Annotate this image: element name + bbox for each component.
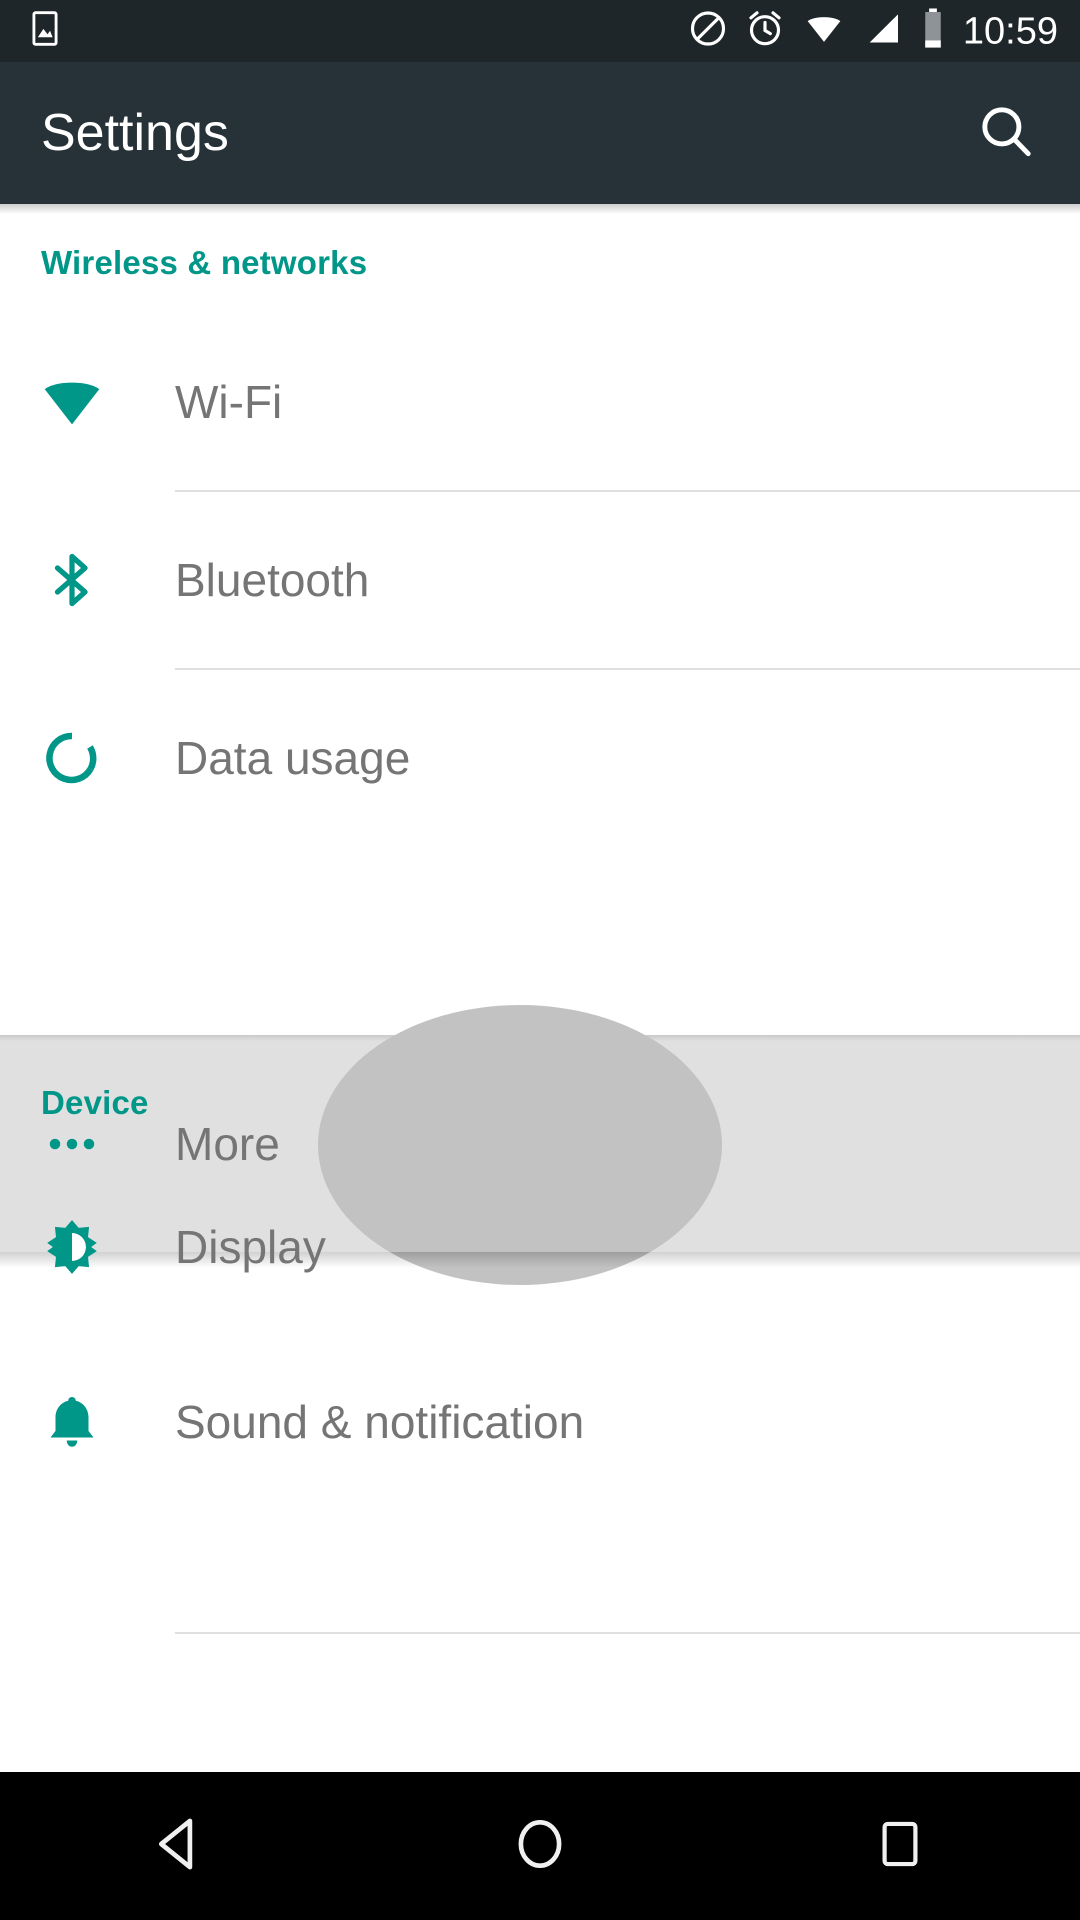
bell-icon bbox=[40, 1390, 104, 1454]
alarm-icon bbox=[745, 9, 785, 54]
app-bar: Settings bbox=[0, 62, 1080, 204]
settings-row-label: Display bbox=[175, 1221, 326, 1273]
settings-row-display[interactable]: Display bbox=[0, 1159, 1080, 1335]
nav-recents-button[interactable] bbox=[825, 1772, 975, 1920]
search-button[interactable] bbox=[970, 97, 1042, 169]
divider bbox=[175, 1632, 1080, 1634]
wifi-icon bbox=[40, 370, 104, 434]
status-bar: 10:59 bbox=[0, 0, 1080, 62]
settings-row-bluetooth[interactable]: Bluetooth bbox=[0, 492, 1080, 668]
do-not-disturb-icon bbox=[688, 9, 728, 54]
brightness-icon bbox=[40, 1215, 104, 1279]
data-usage-icon bbox=[40, 726, 104, 790]
navigation-bar bbox=[0, 1772, 1080, 1920]
wifi-status-icon bbox=[802, 9, 846, 54]
home-circle-icon bbox=[509, 1813, 571, 1880]
status-bar-left-icons bbox=[26, 10, 64, 53]
settings-row-data-usage[interactable]: Data usage bbox=[0, 670, 1080, 846]
bluetooth-icon bbox=[40, 548, 104, 612]
back-triangle-icon bbox=[147, 1811, 213, 1882]
settings-row-label: Sound & notification bbox=[175, 1396, 585, 1448]
nav-home-button[interactable] bbox=[465, 1772, 615, 1920]
recents-square-icon bbox=[872, 1816, 928, 1877]
section-header-wireless: Wireless & networks bbox=[41, 244, 368, 281]
settings-row-wifi[interactable]: Wi-Fi bbox=[0, 314, 1080, 490]
settings-row-label: Data usage bbox=[175, 732, 411, 784]
settings-row-label: Wi-Fi bbox=[175, 376, 283, 428]
battery-icon bbox=[920, 8, 946, 55]
settings-list[interactable]: Wireless & networks Wi-Fi Bluetooth Data… bbox=[0, 204, 1080, 1772]
settings-row-label: Bluetooth bbox=[175, 554, 370, 606]
page-title: Settings bbox=[41, 104, 229, 162]
status-bar-right-icons: 10:59 bbox=[688, 8, 1058, 55]
image-icon bbox=[26, 10, 64, 53]
settings-row-sound-notification[interactable]: Sound & notification bbox=[0, 1334, 1080, 1510]
settings-screen: 10:59 Settings Wireless & networks Wi-Fi… bbox=[0, 0, 1080, 1920]
cell-signal-icon bbox=[863, 9, 903, 54]
status-bar-clock: 10:59 bbox=[962, 10, 1058, 52]
search-icon bbox=[975, 100, 1037, 167]
nav-back-button[interactable] bbox=[105, 1772, 255, 1920]
section-header-device: Device bbox=[41, 1084, 149, 1121]
